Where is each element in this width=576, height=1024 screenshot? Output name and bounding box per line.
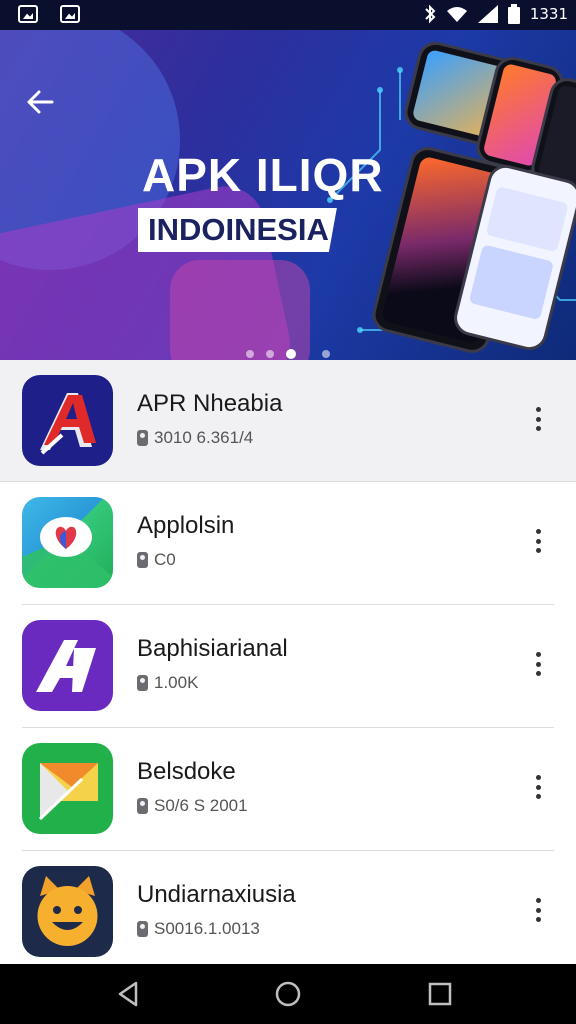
heart-map-icon xyxy=(22,497,113,588)
app-size: S0/6 S 2001 xyxy=(154,796,248,815)
status-time: 1331 xyxy=(529,5,568,23)
green-envelope-icon xyxy=(22,743,113,834)
more-options-icon[interactable] xyxy=(526,649,550,679)
system-navigation-bar xyxy=(0,964,576,1024)
storage-icon xyxy=(137,430,148,446)
app-name: Applolsin xyxy=(137,512,235,539)
back-nav-icon[interactable] xyxy=(114,979,144,1009)
battery-icon xyxy=(507,4,520,24)
wifi-icon xyxy=(446,7,467,22)
hero-banner[interactable]: APK ILIQR INDOINESIA xyxy=(0,30,576,360)
red-a-logo-icon xyxy=(22,375,113,466)
carousel-indicator[interactable] xyxy=(0,349,576,359)
list-item[interactable]: Belsdoke S0/6 S 2001 xyxy=(0,728,576,851)
more-options-icon[interactable] xyxy=(526,526,550,556)
bluetooth-icon xyxy=(425,4,436,24)
more-options-icon[interactable] xyxy=(526,404,550,434)
app-size: C0 xyxy=(154,550,176,569)
storage-icon xyxy=(137,921,148,937)
home-nav-icon[interactable] xyxy=(273,979,303,1009)
banner-title: APK ILIQR xyxy=(142,149,384,201)
list-item[interactable]: APR Nheabia 3010 6.361/4 xyxy=(0,360,576,482)
cloud-icon xyxy=(60,5,80,23)
status-bar: 1331 xyxy=(0,0,576,30)
app-name: APR Nheabia xyxy=(137,390,283,417)
storage-icon xyxy=(137,675,148,691)
more-options-icon[interactable] xyxy=(526,772,550,802)
list-item[interactable]: Applolsin C0 xyxy=(0,482,576,605)
app-size: 1.00K xyxy=(154,673,199,692)
signal-icon xyxy=(477,5,498,23)
more-options-icon[interactable] xyxy=(526,895,550,925)
recents-nav-icon[interactable] xyxy=(425,979,455,1009)
app-size: 3010 6.361/4 xyxy=(154,428,254,447)
purple-a-logo-icon xyxy=(22,620,113,711)
storage-icon xyxy=(137,552,148,568)
banner-subtitle: INDOINESIA xyxy=(138,208,337,252)
carousel-dot-active[interactable] xyxy=(286,349,296,359)
app-name: Belsdoke xyxy=(137,758,236,785)
app-name: Undiarnaxiusia xyxy=(137,881,296,908)
app-name: Baphisiarianal xyxy=(137,635,288,662)
carousel-dot[interactable] xyxy=(322,350,330,358)
app-list: APR Nheabia 3010 6.361/4 Applolsin C0 Ba… xyxy=(0,360,576,974)
list-item[interactable]: Baphisiarianal 1.00K xyxy=(0,605,576,728)
list-item[interactable]: Undiarnaxiusia S0016.1.0013 xyxy=(0,851,576,974)
carousel-dot[interactable] xyxy=(266,350,274,358)
cat-face-icon xyxy=(22,866,113,957)
app-size: S0016.1.0013 xyxy=(154,919,260,938)
storage-icon xyxy=(137,798,148,814)
back-arrow-icon[interactable] xyxy=(22,84,58,120)
phones-illustration xyxy=(360,38,576,360)
image-icon xyxy=(18,5,38,23)
carousel-dot[interactable] xyxy=(246,350,254,358)
